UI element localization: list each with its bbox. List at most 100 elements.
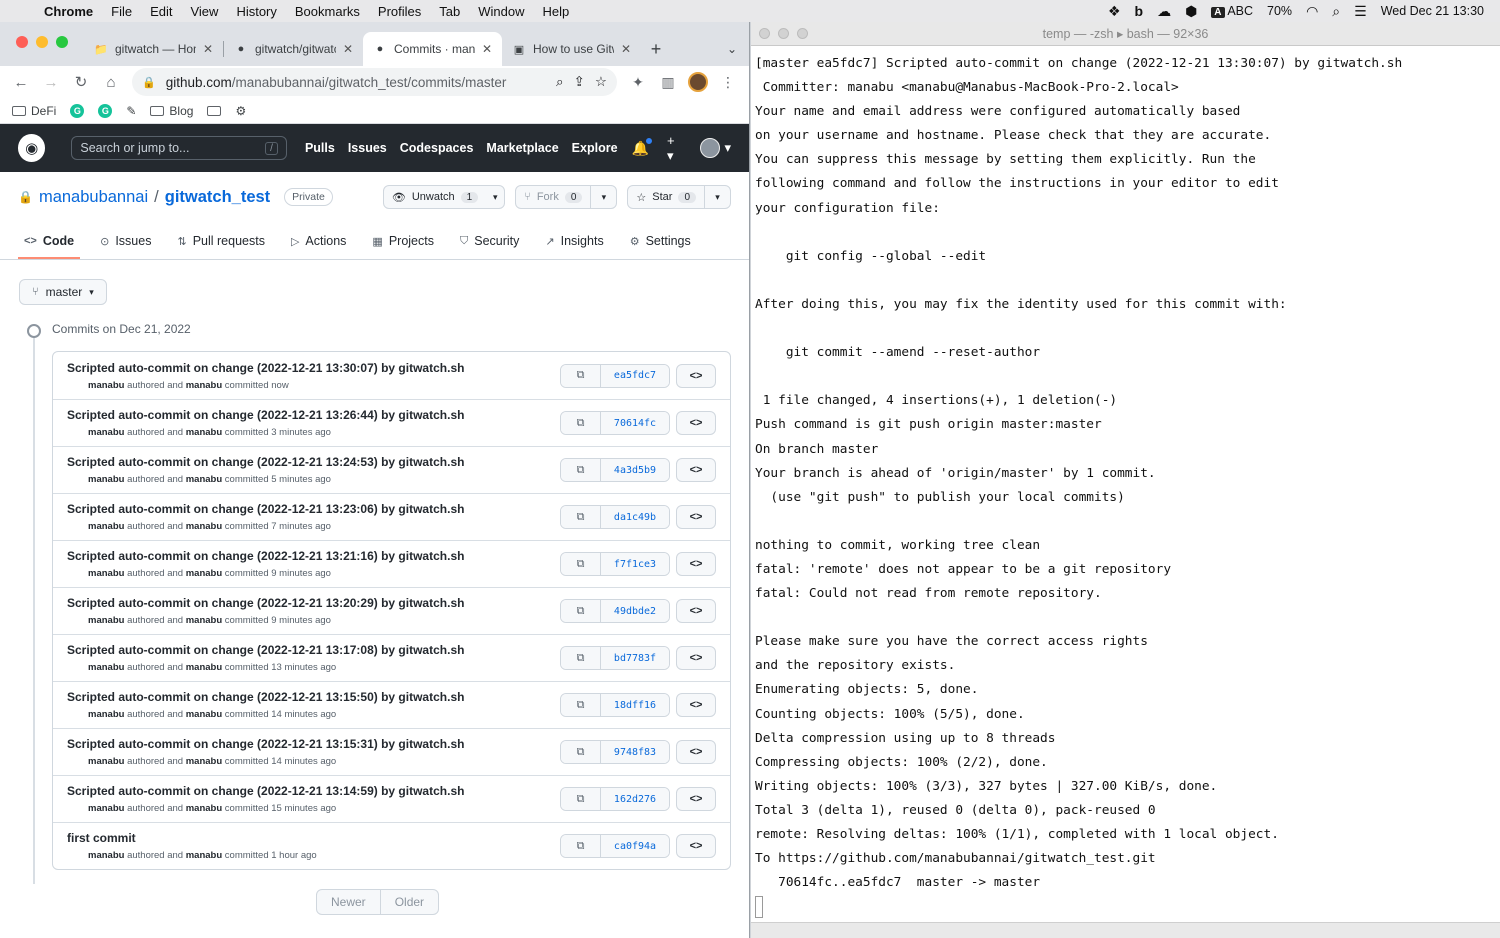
create-new-plus-icon[interactable]: + ▾ xyxy=(667,133,683,164)
browse-repo-code-icon[interactable]: <> xyxy=(676,505,716,529)
commit-committer[interactable]: manabu xyxy=(186,568,222,579)
bookmark-star-icon[interactable]: ☆ xyxy=(595,74,607,90)
browser-tab-2[interactable]: ● gitwatch/gitwatc ✕ xyxy=(224,32,363,66)
clock[interactable]: Wed Dec 21 13:30 xyxy=(1381,4,1484,18)
copy-sha-icon[interactable]: ⧉ xyxy=(561,647,601,669)
browse-repo-code-icon[interactable]: <> xyxy=(676,458,716,482)
battery-percent[interactable]: 70% xyxy=(1267,4,1292,18)
menu-edit[interactable]: Edit xyxy=(141,4,181,19)
commit-sha-link[interactable]: bd7783f xyxy=(601,647,669,669)
bookmark-grammarly-2[interactable]: G xyxy=(98,103,113,118)
commit-author[interactable]: manabu xyxy=(88,521,124,532)
copy-sha-icon[interactable]: ⧉ xyxy=(561,788,601,810)
tab-close-icon[interactable]: ✕ xyxy=(203,42,213,56)
menu-app-name[interactable]: Chrome xyxy=(40,4,102,19)
tab-close-icon[interactable]: ✕ xyxy=(621,42,631,56)
commit-sha-link[interactable]: 9748f83 xyxy=(601,741,669,763)
commit-title-link[interactable]: Scripted auto-commit on change (2022-12-… xyxy=(67,643,560,657)
commit-author[interactable]: manabu xyxy=(88,380,124,391)
commit-title-link[interactable]: Scripted auto-commit on change (2022-12-… xyxy=(67,784,560,798)
browse-repo-code-icon[interactable]: <> xyxy=(676,646,716,670)
side-panel-icon[interactable]: ▥ xyxy=(655,69,681,95)
close-window-button[interactable] xyxy=(16,36,28,48)
browse-repo-code-icon[interactable]: <> xyxy=(676,693,716,717)
zoom-window-button[interactable] xyxy=(797,28,808,39)
repo-name-link[interactable]: gitwatch_test xyxy=(165,188,270,207)
commit-committer[interactable]: manabu xyxy=(186,662,222,673)
unwatch-dropdown-icon[interactable]: ▾ xyxy=(486,186,504,208)
commit-author[interactable]: manabu xyxy=(88,803,124,814)
minimize-window-button[interactable] xyxy=(778,28,789,39)
menu-profiles[interactable]: Profiles xyxy=(369,4,430,19)
home-icon[interactable]: ⌂ xyxy=(98,69,124,95)
terminal-prompt-line[interactable] xyxy=(755,895,1500,919)
menu-bookmarks[interactable]: Bookmarks xyxy=(286,4,369,19)
commit-committer[interactable]: manabu xyxy=(186,521,222,532)
dropbox-icon[interactable]: ❖ xyxy=(1108,3,1121,20)
branch-select-button[interactable]: ⑂ master ▾ xyxy=(19,279,107,305)
github-logo-icon[interactable]: ◉ xyxy=(18,134,46,162)
commit-author[interactable]: manabu xyxy=(88,427,124,438)
zoom-window-button[interactable] xyxy=(56,36,68,48)
tab-issues[interactable]: ⊙ Issues xyxy=(94,234,157,259)
tab-pull-requests[interactable]: ⇅ Pull requests xyxy=(171,234,270,259)
spotlight-icon[interactable]: ⌕ xyxy=(1332,3,1340,20)
copy-sha-icon[interactable]: ⧉ xyxy=(561,364,601,387)
browse-repo-code-icon[interactable]: <> xyxy=(676,787,716,811)
nav-marketplace[interactable]: Marketplace xyxy=(486,141,558,155)
commit-sha-link[interactable]: da1c49b xyxy=(601,506,669,528)
wifi-icon[interactable]: ◠ xyxy=(1306,3,1318,20)
b-app-icon[interactable]: b xyxy=(1135,3,1144,19)
browse-repo-code-icon[interactable]: <> xyxy=(676,599,716,623)
nav-issues[interactable]: Issues xyxy=(348,141,387,155)
input-source[interactable]: A ABC xyxy=(1211,4,1253,18)
commit-title-link[interactable]: Scripted auto-commit on change (2022-12-… xyxy=(67,361,560,375)
bookmark-pen[interactable]: ✎ xyxy=(126,104,136,118)
menu-tab[interactable]: Tab xyxy=(430,4,469,19)
copy-sha-icon[interactable]: ⧉ xyxy=(561,412,601,434)
menu-history[interactable]: History xyxy=(227,4,285,19)
shield-app-icon[interactable]: ⬢ xyxy=(1185,3,1197,20)
commit-committer[interactable]: manabu xyxy=(186,803,222,814)
tab-code[interactable]: <> Code xyxy=(18,234,81,259)
browser-tab-4[interactable]: ▣ How to use Gitw ✕ xyxy=(502,32,641,66)
copy-sha-icon[interactable]: ⧉ xyxy=(561,600,601,622)
browse-repo-code-icon[interactable]: <> xyxy=(676,834,716,858)
tab-close-icon[interactable]: ✕ xyxy=(482,42,492,56)
bookmark-defi[interactable]: DeFi xyxy=(12,104,56,118)
unwatch-button[interactable]: 👁 Unwatch 1 ▾ xyxy=(382,185,506,209)
tab-projects[interactable]: ▦ Projects xyxy=(366,234,440,259)
commit-sha-link[interactable]: 162d276 xyxy=(601,788,669,810)
terminal-output[interactable]: [master ea5fdc7] Scripted auto-commit on… xyxy=(751,46,1500,919)
fork-dropdown-icon[interactable]: ▾ xyxy=(590,186,616,208)
zoom-search-icon[interactable]: ⌕ xyxy=(556,74,564,90)
commit-author[interactable]: manabu xyxy=(88,756,124,767)
forward-arrow-icon[interactable]: → xyxy=(38,69,64,95)
commit-title-link[interactable]: Scripted auto-commit on change (2022-12-… xyxy=(67,690,560,704)
star-button[interactable]: ☆ Star 0 ▾ xyxy=(627,185,731,209)
commit-sha-link[interactable]: 70614fc xyxy=(601,412,669,434)
commit-author[interactable]: manabu xyxy=(88,709,124,720)
commit-title-link[interactable]: Scripted auto-commit on change (2022-12-… xyxy=(67,502,560,516)
commit-sha-link[interactable]: ea5fdc7 xyxy=(601,364,669,387)
bookmark-settings[interactable]: ⚙ xyxy=(235,104,246,118)
copy-sha-icon[interactable]: ⧉ xyxy=(561,459,601,481)
commit-author[interactable]: manabu xyxy=(88,662,124,673)
commit-sha-link[interactable]: ca0f94a xyxy=(601,835,669,857)
commit-title-link[interactable]: first commit xyxy=(67,831,560,845)
back-arrow-icon[interactable]: ← xyxy=(8,69,34,95)
copy-sha-icon[interactable]: ⧉ xyxy=(561,506,601,528)
bookmark-blog[interactable]: Blog xyxy=(150,104,193,118)
commit-committer[interactable]: manabu xyxy=(186,709,222,720)
newer-button[interactable]: Newer xyxy=(317,890,381,914)
chrome-menu-icon[interactable]: ⋮ xyxy=(715,69,741,95)
notifications-bell-icon[interactable]: 🔔 xyxy=(632,136,653,157)
commit-title-link[interactable]: Scripted auto-commit on change (2022-12-… xyxy=(67,549,560,563)
commit-sha-link[interactable]: f7f1ce3 xyxy=(601,553,669,575)
repo-owner-link[interactable]: manabubannai xyxy=(39,188,148,207)
commit-committer[interactable]: manabu xyxy=(186,615,222,626)
fork-button[interactable]: ⑂ Fork 0 ▾ xyxy=(515,185,618,209)
commit-title-link[interactable]: Scripted auto-commit on change (2022-12-… xyxy=(67,596,560,610)
browse-repo-code-icon[interactable]: <> xyxy=(676,411,716,435)
user-menu[interactable]: ▾ xyxy=(700,138,731,158)
